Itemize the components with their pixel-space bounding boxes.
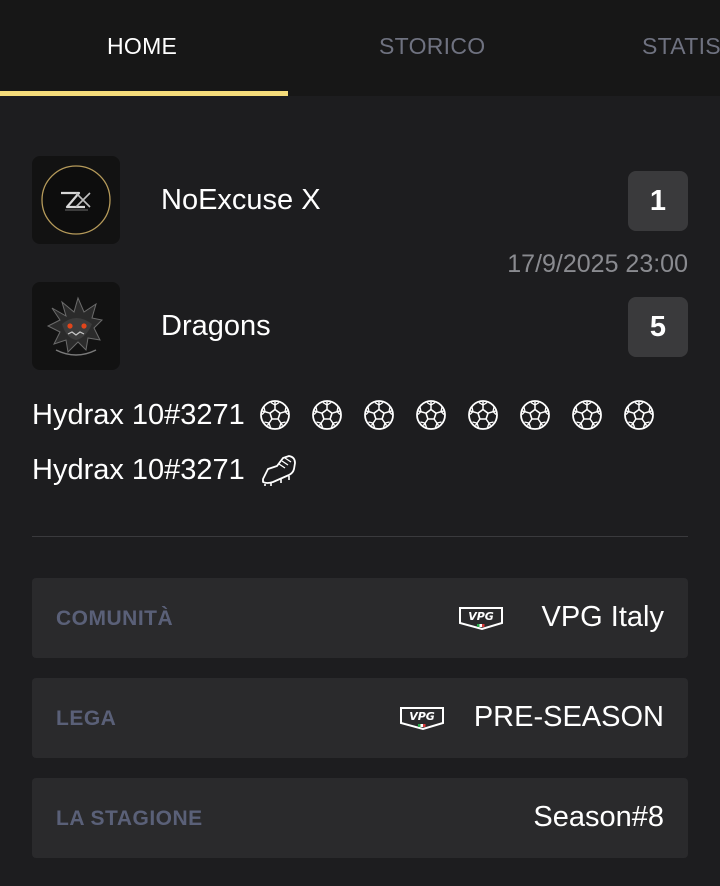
svg-text:VPG: VPG	[409, 710, 435, 723]
soccer-ball-icon	[467, 400, 498, 430]
home-team-score: 1	[628, 171, 688, 231]
season-info-row[interactable]: LA STAGIONE Season#8	[32, 778, 688, 858]
season-label: LA STAGIONE	[56, 807, 203, 830]
community-label: COMUNITÀ	[56, 607, 174, 630]
tab-storico[interactable]: STORICO	[379, 33, 485, 60]
soccer-ball-icon	[415, 400, 446, 430]
dragon-logo-icon	[46, 296, 104, 356]
goal-scorer-name: Hydrax 10#3271	[32, 398, 245, 431]
assist-event-row: Hydrax 10#3271	[32, 450, 299, 490]
tab-statistiche[interactable]: STATIS	[642, 33, 720, 60]
season-value: Season#8	[533, 801, 664, 833]
vpg-logo-icon: VPG	[400, 707, 444, 731]
community-value: VPG Italy	[541, 601, 665, 633]
vpg-logo-icon: VPG	[459, 607, 503, 631]
tab-bar: HOME STORICO STATIS	[0, 0, 720, 96]
goal-icons	[259, 399, 675, 431]
away-team-name: Dragons	[161, 310, 271, 342]
soccer-ball-icon	[519, 400, 550, 430]
section-divider	[32, 536, 688, 537]
home-team-logo	[32, 156, 120, 244]
svg-text:VPG: VPG	[468, 610, 494, 623]
soccer-ball-icon	[623, 400, 654, 430]
away-team-score: 5	[628, 297, 688, 357]
soccer-ball-icon	[571, 400, 602, 430]
goal-event-row: Hydrax 10#3271	[32, 395, 675, 435]
soccer-ball-icon	[259, 400, 290, 430]
community-info-row[interactable]: COMUNITÀ VPG VPG Italy	[32, 578, 688, 658]
football-boot-icon	[261, 455, 296, 486]
home-team-name: NoExcuse X	[161, 184, 321, 216]
league-info-row[interactable]: LEGA VPG PRE-SEASON	[32, 678, 688, 758]
match-datetime: 17/9/2025 23:00	[507, 250, 688, 278]
league-value: PRE-SEASON	[473, 701, 664, 733]
assist-player-name: Hydrax 10#3271	[32, 453, 245, 486]
noexcuse-x-logo-icon	[41, 165, 111, 235]
tab-home[interactable]: HOME	[107, 33, 177, 60]
active-tab-indicator	[0, 91, 288, 96]
soccer-ball-icon	[363, 400, 394, 430]
away-team-logo	[32, 282, 120, 370]
league-label: LEGA	[56, 707, 117, 730]
soccer-ball-icon	[311, 400, 342, 430]
